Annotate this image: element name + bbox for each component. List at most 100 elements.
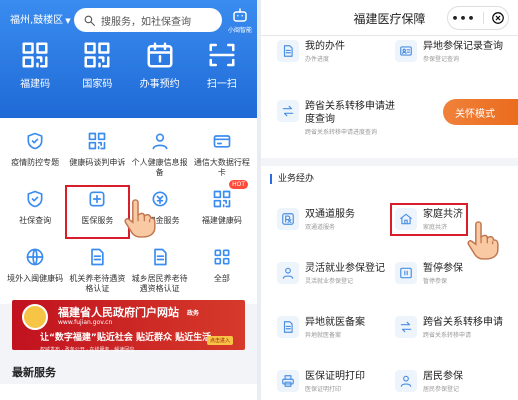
emblem-icon	[22, 304, 48, 330]
banner-url: www.fujian.gov.cn	[58, 319, 113, 326]
id-icon	[399, 44, 413, 58]
assistant-button[interactable]: 小闽智能	[225, 6, 255, 34]
service-overseas-health-code[interactable]: 境外入闽健康码	[4, 244, 66, 296]
robot-icon	[231, 6, 249, 24]
item-remote-medical-filing[interactable]: 异地就医备案 异地就医备案	[277, 316, 365, 339]
item-my-cases[interactable]: 我的办件 办件进度	[277, 40, 345, 63]
app-header: 福州,鼓楼区 ▼ 搜服务，如社保查询 小闽智能 福建码 国家码 办事预约 扫一扫	[0, 0, 257, 118]
quick-label: 扫一扫	[206, 79, 237, 90]
service-health-report[interactable]: 个人健康信息报备	[129, 128, 191, 180]
item-flexible-employment[interactable]: 灵活就业参保登记 灵活就业参保登记	[277, 262, 385, 285]
item-subtitle: 暂停参保	[423, 278, 448, 285]
gov-portal-banner[interactable]: 福建省人民政府门户网站 政务 www.fujian.gov.cn 让“数字福建”贴…	[12, 300, 245, 353]
service-label: 机关养老待遇资格认证	[69, 274, 126, 293]
item-subtitle: 灵活就业参保登记	[305, 278, 354, 285]
service-resident-pension[interactable]: 城乡居民养老待遇资格认证	[129, 244, 191, 296]
section-title: 业务经办	[270, 174, 314, 184]
pause-icon	[399, 266, 413, 280]
service-label: 社保查询	[19, 216, 52, 225]
banner-tag: 政务	[187, 309, 200, 317]
item-title: 居民参保	[423, 371, 463, 382]
business-section: 业务经办 双通道服务 双通道服务 家庭共济 家庭共济 灵活就业参保登记 灵活就业参保登…	[261, 166, 518, 400]
service-epidemic[interactable]: 疫情防控专题	[4, 128, 66, 180]
pointing-hand-icon	[116, 196, 158, 238]
item-dual-channel[interactable]: 双通道服务 双通道服务	[277, 208, 355, 231]
item-remote-insurance-query[interactable]: 异地参保记录查询 参保登记查询	[395, 40, 503, 63]
item-pause-insurance[interactable]: 暂停参保 暂停参保	[395, 262, 463, 285]
person-icon	[150, 131, 170, 151]
item-title: 异地参保记录查询	[423, 41, 503, 52]
item-transfer-progress[interactable]: 跨省关系转移申请进度查询 跨省关系转移申请进度查询	[277, 100, 395, 136]
item-subtitle: 居民参保登记	[423, 386, 460, 393]
item-subtitle: 异地就医备案	[305, 332, 342, 339]
assistant-label: 小闽智能	[227, 27, 252, 34]
service-label: 医保服务	[81, 216, 114, 225]
quick-fujian-code[interactable]: 福建码	[7, 40, 63, 90]
doc-icon	[281, 44, 295, 58]
banner-title: 福建省人民政府门户网站	[58, 306, 179, 319]
hot-badge: HOT	[229, 180, 248, 189]
quick-scan[interactable]: 扫一扫	[194, 40, 250, 90]
service-label: 全部	[213, 274, 230, 283]
service-pension-certification[interactable]: 机关养老待遇资格认证	[66, 244, 128, 296]
item-title: 我的办件	[305, 41, 345, 52]
grid-icon	[212, 247, 232, 267]
banner-enter-button[interactable]: 点击进入	[206, 336, 233, 345]
item-title: 跨省关系转移申请进度查询	[305, 101, 395, 125]
quick-actions: 福建码 国家码 办事预约 扫一扫	[0, 40, 257, 90]
city-selector[interactable]: 福州,鼓楼区 ▼	[10, 11, 71, 26]
quick-appointment[interactable]: 办事预约	[132, 40, 188, 90]
item-subtitle: 家庭共济	[423, 224, 448, 231]
latest-services-list	[0, 384, 257, 400]
banner-slogan: 让“数字福建”贴近社会 贴近群众 贴近生活	[40, 333, 212, 343]
qr-icon	[20, 40, 50, 70]
service-label: 疫情防控专题	[11, 158, 60, 167]
service-label: 境外入闽健康码	[7, 274, 64, 283]
printer-icon	[281, 374, 295, 388]
quick-national-code[interactable]: 国家码	[69, 40, 125, 90]
search-placeholder: 搜服务，如社保查询	[101, 16, 191, 28]
shield-icon	[25, 189, 45, 209]
home-icon	[399, 212, 413, 226]
qr-icon	[82, 40, 112, 70]
more-icon[interactable]: •••	[451, 13, 475, 24]
service-label: 福建健康码	[201, 216, 242, 225]
item-subtitle: 双通道服务	[305, 224, 336, 231]
quick-label: 福建码	[20, 79, 51, 90]
service-fujian-health-code[interactable]: HOT 福建健康码	[191, 180, 253, 238]
item-title: 异地就医备案	[305, 317, 365, 328]
service-label: 城乡居民养老待遇资格认证	[131, 274, 188, 293]
globe-icon	[25, 247, 45, 267]
banner-sub: 权威发布 · 政务公开 · 在线服务 · 解读回应	[40, 347, 135, 353]
care-mode-button[interactable]: 关怀模式	[443, 99, 518, 125]
doc-icon	[150, 247, 170, 267]
item-resident-insurance[interactable]: 居民参保居民参保登记	[395, 370, 463, 393]
miniapp-capsule: •••	[447, 6, 509, 30]
item-family-mutual-aid[interactable]: 家庭共济 家庭共济	[390, 203, 468, 236]
item-cross-province-transfer[interactable]: 跨省关系转移申请 跨省关系转移申请	[395, 316, 503, 339]
service-social-security[interactable]: 社保查询	[4, 186, 66, 238]
item-subtitle: 办件进度	[305, 56, 330, 63]
item-title: 灵活就业参保登记	[305, 263, 385, 274]
service-all[interactable]: 全部	[191, 244, 253, 296]
latest-services-title: 最新服务	[12, 366, 56, 379]
close-icon[interactable]	[491, 11, 505, 25]
service-travel-card[interactable]: 通信大数据行程卡	[191, 128, 253, 180]
item-title: 暂停参保	[423, 263, 463, 274]
right-phone-screen: 福建医疗保障 ••• 我的办件 办件进度 异地参保记录查询 参保登记查询 跨省关系转…	[261, 0, 518, 400]
item-certificate-print[interactable]: 医保证明打印 医保证明打印	[277, 370, 365, 393]
item-title: 双通道服务	[305, 209, 355, 220]
item-title: 医保证明打印	[305, 371, 365, 382]
item-subtitle: 跨省关系转移申请	[423, 332, 472, 339]
top-services-panel: 我的办件 办件进度 异地参保记录查询 参保登记查询 跨省关系转移申请进度查询 跨省关系…	[261, 36, 518, 158]
city-label: 福州,鼓楼区	[10, 15, 64, 26]
search-bar[interactable]: 搜服务，如社保查询	[74, 8, 222, 32]
service-health-code-appeal[interactable]: 健康码谈判申诉	[66, 128, 128, 180]
item-title: 跨省关系转移申请	[423, 317, 503, 328]
transfer-icon	[399, 320, 413, 334]
doc-icon	[281, 320, 295, 334]
left-phone-screen: 福州,鼓楼区 ▼ 搜服务，如社保查询 小闽智能 福建码 国家码 办事预约 扫一扫 …	[0, 0, 257, 400]
search-icon	[83, 14, 96, 27]
calendar-icon	[145, 40, 175, 70]
item-subtitle: 跨省关系转移申请进度查询	[305, 129, 378, 136]
